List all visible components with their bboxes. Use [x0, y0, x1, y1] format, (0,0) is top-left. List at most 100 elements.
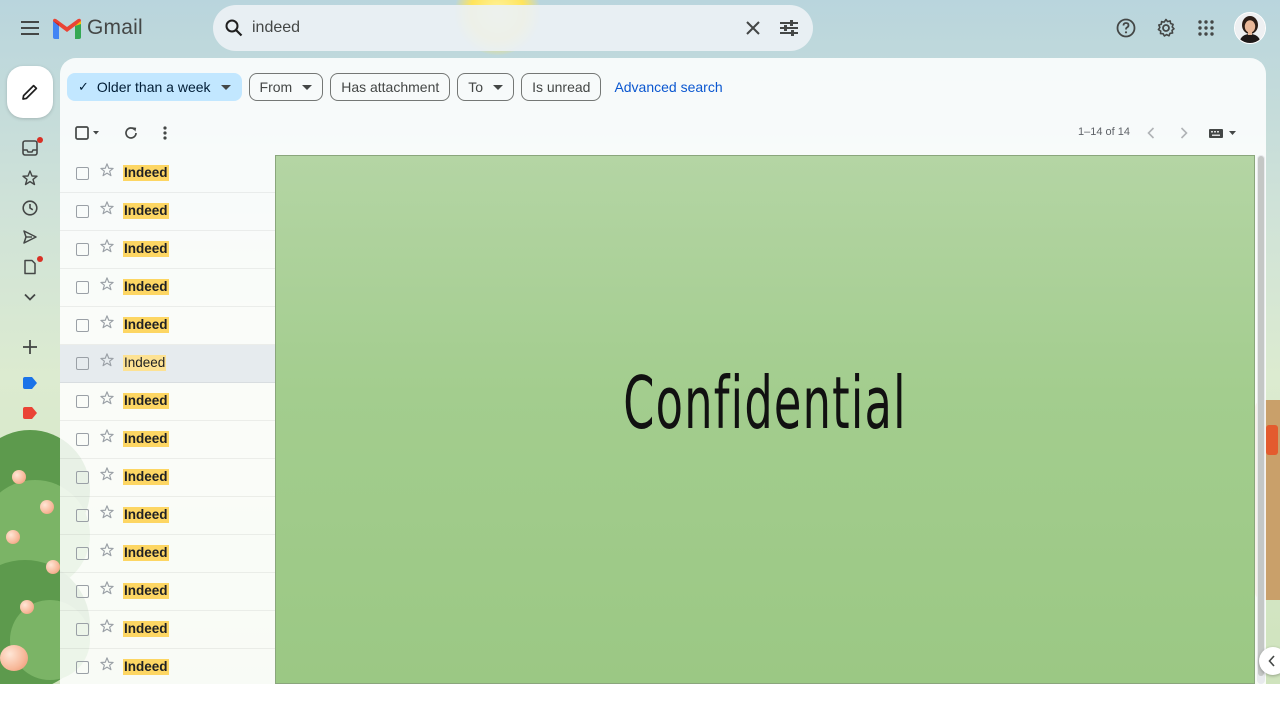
star-icon[interactable] — [100, 429, 114, 443]
input-tools-button[interactable] — [1206, 118, 1240, 148]
row-checkbox[interactable] — [76, 319, 89, 332]
snoozed-nav[interactable] — [16, 196, 44, 220]
message-row[interactable]: Indeed — [60, 573, 275, 611]
label-nav-blue[interactable] — [16, 371, 44, 395]
message-row[interactable]: Indeed — [60, 345, 275, 383]
refresh-icon — [125, 127, 137, 139]
search-input[interactable] — [250, 7, 735, 49]
message-row[interactable]: Indeed — [60, 193, 275, 231]
message-row[interactable]: Indeed — [60, 497, 275, 535]
row-checkbox[interactable] — [76, 395, 89, 408]
sender-name: Indeed — [123, 393, 169, 409]
chip-is-unread[interactable]: Is unread — [521, 73, 602, 101]
row-checkbox[interactable] — [76, 661, 89, 674]
message-row[interactable]: Indeed — [60, 383, 275, 421]
row-checkbox[interactable] — [76, 357, 89, 370]
search-filter-chips: ✓ Older than a week From Has attachment … — [67, 73, 723, 101]
star-icon[interactable] — [100, 467, 114, 481]
row-checkbox[interactable] — [76, 509, 89, 522]
fruit-decoration — [12, 470, 26, 484]
fruit-decoration — [46, 560, 60, 574]
create-label-button[interactable] — [16, 335, 44, 359]
row-checkbox[interactable] — [76, 167, 89, 180]
row-checkbox[interactable] — [76, 243, 89, 256]
row-checkbox[interactable] — [76, 281, 89, 294]
star-icon[interactable] — [100, 581, 114, 595]
pencil-icon — [22, 84, 38, 100]
chip-from[interactable]: From — [248, 73, 324, 101]
search-options-button[interactable] — [771, 10, 807, 46]
message-row[interactable]: Indeed — [60, 269, 275, 307]
more-actions-button[interactable] — [152, 118, 178, 148]
label-nav-red[interactable] — [16, 401, 44, 425]
star-icon[interactable] — [100, 657, 114, 671]
message-row[interactable]: Indeed — [60, 649, 275, 684]
chip-to[interactable]: To — [457, 73, 515, 101]
sender-name: Indeed — [123, 621, 169, 637]
starred-nav[interactable] — [16, 166, 44, 190]
message-row[interactable]: Indeed — [60, 231, 275, 269]
check-icon: ✓ — [78, 79, 89, 94]
gmail-window: Gmail indeed ✓ Older than a week From Ha… — [0, 0, 1280, 684]
message-row[interactable]: Indeed — [60, 611, 275, 649]
row-checkbox[interactable] — [76, 585, 89, 598]
drafts-icon — [24, 259, 36, 275]
sender-name: Indeed — [123, 507, 169, 523]
main-menu-button[interactable] — [14, 12, 46, 44]
more-nav[interactable] — [16, 285, 44, 309]
message-row[interactable]: Indeed — [60, 459, 275, 497]
reading-pane: Confidential — [275, 155, 1255, 684]
chip-label: To — [468, 79, 484, 95]
advanced-search-link[interactable]: Advanced search — [614, 79, 722, 95]
chip-label: Has attachment — [341, 79, 440, 95]
refresh-button[interactable] — [118, 118, 144, 148]
compose-button[interactable] — [7, 66, 53, 118]
dropdown-caret-icon — [302, 84, 313, 90]
message-row[interactable]: Indeed — [60, 535, 275, 573]
sender-name: Indeed — [123, 431, 169, 447]
select-all-button[interactable] — [68, 118, 108, 148]
message-row[interactable]: Indeed — [60, 155, 275, 193]
sent-nav[interactable] — [16, 225, 44, 249]
send-icon — [23, 230, 37, 244]
scrollbar-thumb[interactable] — [1258, 156, 1264, 676]
message-row[interactable]: Indeed — [60, 421, 275, 459]
close-icon — [746, 21, 760, 35]
chip-older-than-week[interactable]: ✓ Older than a week — [67, 73, 242, 101]
row-checkbox[interactable] — [76, 433, 89, 446]
row-checkbox[interactable] — [76, 205, 89, 218]
account-avatar[interactable] — [1234, 12, 1266, 44]
star-icon[interactable] — [100, 353, 114, 367]
clear-search-button[interactable] — [735, 10, 771, 46]
support-button[interactable] — [1108, 8, 1144, 48]
older-page-button[interactable] — [1174, 118, 1194, 148]
google-apps-button[interactable] — [1188, 8, 1224, 48]
star-icon[interactable] — [100, 543, 114, 557]
message-row[interactable]: Indeed — [60, 307, 275, 345]
star-icon[interactable] — [100, 239, 114, 253]
app-name: Gmail — [87, 16, 143, 39]
star-icon[interactable] — [100, 201, 114, 215]
confidential-text: Confidential — [623, 361, 907, 445]
star-icon[interactable] — [100, 315, 114, 329]
gmail-logo[interactable]: Gmail — [53, 14, 143, 42]
profile-picture-icon — [1235, 13, 1265, 43]
gmail-m-icon — [53, 18, 81, 39]
row-checkbox[interactable] — [76, 547, 89, 560]
star-icon[interactable] — [100, 277, 114, 291]
row-checkbox[interactable] — [76, 471, 89, 484]
sender-name: Indeed — [123, 659, 169, 675]
newer-page-button[interactable] — [1141, 118, 1161, 148]
chip-has-attachment[interactable]: Has attachment — [330, 73, 451, 101]
settings-button[interactable] — [1148, 8, 1184, 48]
gear-icon — [1157, 18, 1175, 37]
side-panel-toggle[interactable] — [1259, 647, 1280, 675]
search-icon[interactable] — [222, 16, 246, 40]
star-icon[interactable] — [100, 163, 114, 177]
star-icon[interactable] — [100, 505, 114, 519]
star-icon[interactable] — [100, 619, 114, 633]
plus-icon — [23, 340, 37, 354]
star-icon[interactable] — [100, 391, 114, 405]
sender-name: Indeed — [123, 317, 169, 333]
row-checkbox[interactable] — [76, 623, 89, 636]
